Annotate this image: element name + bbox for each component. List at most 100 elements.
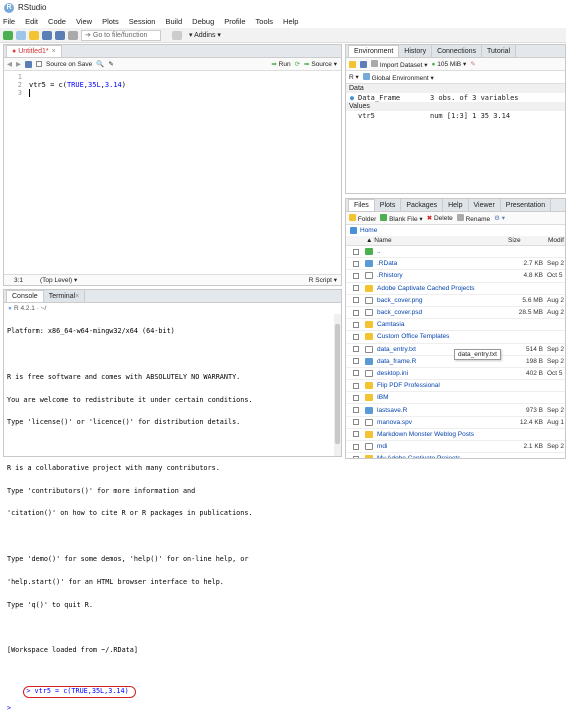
- tab-untitled1[interactable]: ● Untitled1* ×: [6, 45, 62, 57]
- file-row[interactable]: back_cover.psd 28.5 MB Aug 2: [346, 307, 565, 320]
- save-icon[interactable]: [360, 60, 367, 68]
- file-checkbox[interactable]: [353, 333, 359, 340]
- file-row[interactable]: Custom Office Templates: [346, 331, 565, 344]
- file-name[interactable]: mdi: [377, 443, 507, 450]
- code-area[interactable]: 1 2 3 vtr5 = c(TRUE,35L,3.14): [4, 71, 341, 97]
- tab-plots[interactable]: Plots: [374, 199, 402, 211]
- import-dataset-button[interactable]: Import Dataset ▾: [371, 59, 428, 69]
- file-row[interactable]: ..: [346, 246, 565, 259]
- memory-usage[interactable]: ● 105 MiB ▾: [432, 60, 467, 68]
- console-scrollbar[interactable]: [334, 314, 341, 456]
- file-type-selector[interactable]: R Script ▾: [309, 276, 337, 284]
- expand-icon[interactable]: ●: [346, 94, 358, 102]
- file-row[interactable]: mdi 2.1 KB Sep 2: [346, 441, 565, 454]
- file-row[interactable]: back_cover.png 5.6 MB Aug 2: [346, 295, 565, 307]
- file-checkbox[interactable]: [353, 370, 359, 377]
- gear-icon[interactable]: ⚙ ▾: [494, 214, 505, 222]
- back-icon[interactable]: ◀: [7, 60, 12, 68]
- file-name[interactable]: back_cover.psd: [377, 309, 507, 316]
- search-icon[interactable]: 🔍: [96, 60, 104, 68]
- file-name[interactable]: Camtasia: [377, 321, 507, 328]
- open-file-icon[interactable]: [29, 30, 39, 40]
- file-checkbox[interactable]: [353, 260, 359, 267]
- save-icon[interactable]: [25, 60, 32, 68]
- scope-selector[interactable]: (Top Level) ▾: [40, 276, 77, 284]
- col-name[interactable]: ▲ Name: [366, 237, 508, 244]
- file-name[interactable]: Custom Office Templates: [377, 333, 507, 340]
- tab-connections[interactable]: Connections: [432, 45, 482, 57]
- console-prompt[interactable]: >: [7, 705, 341, 713]
- open-icon[interactable]: [349, 60, 356, 68]
- file-name[interactable]: Adobe Captivate Cached Projects: [377, 285, 507, 292]
- file-row[interactable]: Camtasia: [346, 319, 565, 332]
- file-row[interactable]: lastsave.R 973 B Sep 2: [346, 404, 565, 417]
- tab-console[interactable]: Console: [6, 290, 44, 302]
- menu-build[interactable]: Build: [165, 17, 182, 26]
- menu-view[interactable]: View: [76, 17, 92, 26]
- addins-button[interactable]: ▾ Addins ▾: [189, 31, 221, 39]
- file-name[interactable]: back_cover.png: [377, 297, 507, 304]
- goto-file-input[interactable]: ➜ Go to file/function: [81, 29, 161, 41]
- file-checkbox[interactable]: [353, 394, 359, 401]
- language-selector[interactable]: R ▾: [349, 73, 359, 81]
- scroll-thumb[interactable]: [335, 324, 340, 444]
- file-name[interactable]: .Rhistory: [377, 272, 507, 279]
- new-file-icon[interactable]: [3, 30, 13, 40]
- env-row[interactable]: ● Data_Frame 3 obs. of 3 variables: [346, 93, 565, 102]
- delete-button[interactable]: ✖ Delete: [427, 214, 453, 222]
- file-checkbox[interactable]: [353, 309, 359, 316]
- rerun-icon[interactable]: ⟳: [295, 60, 300, 68]
- save-all-icon[interactable]: [55, 30, 65, 40]
- file-checkbox[interactable]: [353, 285, 359, 292]
- file-checkbox[interactable]: [353, 358, 359, 365]
- tab-help[interactable]: Help: [443, 199, 469, 211]
- menu-profile[interactable]: Profile: [224, 17, 245, 26]
- file-checkbox[interactable]: [353, 419, 359, 426]
- breadcrumb-home[interactable]: Home: [360, 227, 377, 234]
- close-icon[interactable]: ×: [52, 48, 56, 55]
- file-name[interactable]: IBM: [377, 394, 507, 401]
- file-name[interactable]: desktop.ini: [377, 370, 507, 377]
- tab-presentation[interactable]: Presentation: [500, 199, 552, 211]
- menu-edit[interactable]: Edit: [25, 17, 38, 26]
- save-icon[interactable]: [42, 30, 52, 40]
- tab-tutorial[interactable]: Tutorial: [482, 45, 517, 57]
- file-checkbox[interactable]: [353, 272, 359, 279]
- file-checkbox[interactable]: [353, 382, 359, 389]
- menu-help[interactable]: Help: [283, 17, 298, 26]
- file-checkbox[interactable]: [353, 297, 359, 304]
- file-checkbox[interactable]: [353, 321, 359, 328]
- tab-environment[interactable]: Environment: [348, 45, 400, 57]
- tab-viewer[interactable]: Viewer: [468, 199, 501, 211]
- source-on-save-checkbox[interactable]: [36, 61, 42, 67]
- file-name[interactable]: My Adobe Captivate Projects: [377, 455, 507, 458]
- file-checkbox[interactable]: [353, 407, 359, 414]
- grid-icon[interactable]: [172, 30, 182, 40]
- file-row[interactable]: .RData 2.7 KB Sep 2: [346, 258, 565, 271]
- env-row[interactable]: vtr5 num [1:3] 1 35 3.14: [346, 111, 565, 120]
- col-size[interactable]: Size: [508, 237, 548, 244]
- file-name[interactable]: .RData: [377, 260, 507, 267]
- file-checkbox[interactable]: [353, 431, 359, 438]
- file-name[interactable]: Flip PDF Professional: [377, 382, 507, 389]
- print-icon[interactable]: [68, 30, 78, 40]
- file-row[interactable]: desktop.ini 402 B Oct 5: [346, 368, 565, 381]
- file-row[interactable]: Adobe Captivate Cached Projects: [346, 283, 565, 295]
- broom-icon[interactable]: ✎: [470, 60, 475, 68]
- file-name[interactable]: lastsave.R: [377, 407, 507, 414]
- file-row[interactable]: manova.spv 12.4 KB Aug 1: [346, 417, 565, 429]
- file-row[interactable]: .Rhistory 4.8 KB Oct 5: [346, 270, 565, 283]
- file-checkbox[interactable]: [353, 443, 359, 450]
- rename-button[interactable]: Rename: [456, 213, 490, 223]
- menu-tools[interactable]: Tools: [256, 17, 274, 26]
- file-row[interactable]: IBM: [346, 392, 565, 405]
- menu-session[interactable]: Session: [129, 17, 156, 26]
- file-checkbox[interactable]: [353, 346, 359, 353]
- file-checkbox[interactable]: [353, 248, 359, 255]
- new-folder-button[interactable]: Folder: [349, 213, 376, 223]
- new-project-icon[interactable]: [16, 30, 26, 40]
- code-lines[interactable]: vtr5 = c(TRUE,35L,3.14): [26, 73, 126, 97]
- menu-code[interactable]: Code: [48, 17, 66, 26]
- wand-icon[interactable]: ✎: [108, 60, 113, 68]
- forward-icon[interactable]: ▶: [16, 60, 21, 68]
